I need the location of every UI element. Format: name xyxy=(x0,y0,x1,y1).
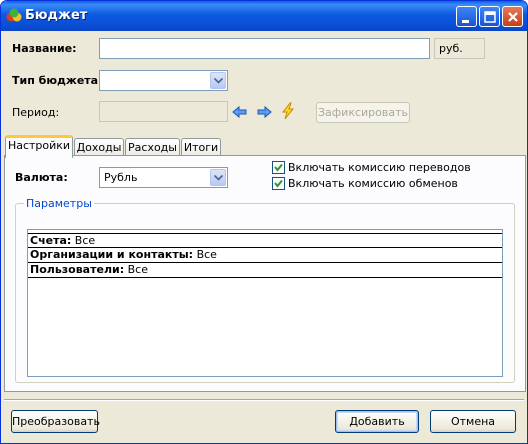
tab-income-label: Доходы xyxy=(76,141,122,154)
footer-divider xyxy=(4,399,524,401)
minimize-icon xyxy=(462,20,469,23)
param-key: Пользователи: xyxy=(30,263,125,276)
close-button[interactable] xyxy=(502,6,523,27)
tab-settings[interactable]: Настройки xyxy=(5,135,73,158)
convert-button[interactable]: Преобразовать xyxy=(11,410,100,433)
budget-type-select[interactable] xyxy=(99,70,228,91)
settings-panel: Валюта: Рубль Включать комиссию переводо… xyxy=(4,155,526,392)
checkmark-icon xyxy=(274,163,283,172)
convert-button-label: Преобразовать xyxy=(12,415,100,428)
fix-button-label: Зафиксировать xyxy=(317,106,408,119)
maximize-button[interactable] xyxy=(479,6,500,27)
transfer-fee-label: Включать комиссию переводов xyxy=(288,161,471,174)
params-list[interactable]: Счета: Все Организации и контакты: Все П… xyxy=(27,229,503,377)
currency-value: Рубль xyxy=(104,171,138,184)
checkmark-icon xyxy=(274,179,283,188)
window-title: Бюджет xyxy=(25,8,88,23)
app-budget-icon xyxy=(6,8,22,22)
tab-expenses[interactable]: Расходы xyxy=(125,138,180,156)
minimize-button[interactable] xyxy=(456,6,477,27)
currency-hint-field: руб. xyxy=(434,38,485,59)
param-value: Все xyxy=(196,248,217,261)
currency-select[interactable]: Рубль xyxy=(99,167,228,188)
add-button[interactable]: Добавить xyxy=(335,410,419,433)
add-button-label: Добавить xyxy=(349,415,405,428)
chevron-down-icon xyxy=(214,78,223,84)
fix-button[interactable]: Зафиксировать xyxy=(316,102,410,123)
period-input xyxy=(99,101,228,122)
name-label: Название: xyxy=(12,42,77,55)
currency-hint: руб. xyxy=(439,42,463,55)
params-group-title: Параметры xyxy=(24,197,94,210)
param-key: Организации и контакты: xyxy=(30,248,194,261)
arrow-left-icon[interactable] xyxy=(231,103,249,121)
tab-income[interactable]: Доходы xyxy=(74,138,124,156)
tab-settings-label: Настройки xyxy=(7,139,71,152)
param-value: Все xyxy=(74,234,96,247)
currency-dropdown-button[interactable] xyxy=(210,169,226,186)
tab-totals[interactable]: Итоги xyxy=(181,138,221,156)
close-icon xyxy=(508,12,518,22)
transfer-fee-checkbox[interactable] xyxy=(272,161,285,174)
name-input[interactable] xyxy=(99,38,430,59)
budget-type-dropdown-button[interactable] xyxy=(210,72,226,89)
param-key: Счета: xyxy=(30,234,72,247)
exchange-fee-label: Включать комиссию обменов xyxy=(288,177,458,190)
budget-window: Бюджет Название: руб. Тип бюджета: Перио… xyxy=(0,0,528,444)
param-row-users[interactable]: Пользователи: Все xyxy=(28,263,502,278)
param-row-organizations[interactable]: Организации и контакты: Все xyxy=(28,248,502,263)
dialog-body: Название: руб. Тип бюджета: Период: Зафи… xyxy=(4,31,526,441)
param-value: Все xyxy=(127,263,148,276)
budget-type-label: Тип бюджета: xyxy=(12,74,103,87)
currency-label: Валюта: xyxy=(15,171,68,184)
cancel-button[interactable]: Отмена xyxy=(430,410,516,433)
tab-totals-label: Итоги xyxy=(183,141,219,154)
maximize-icon xyxy=(484,11,496,23)
param-row-accounts[interactable]: Счета: Все xyxy=(28,233,502,248)
exchange-fee-checkbox[interactable] xyxy=(272,177,285,190)
title-bar[interactable]: Бюджет xyxy=(1,1,527,31)
period-label: Период: xyxy=(12,106,60,119)
chevron-down-icon xyxy=(214,175,223,181)
lightning-icon[interactable] xyxy=(279,102,297,120)
params-group: Параметры Счета: Все Организации и конта… xyxy=(15,197,515,383)
tab-expenses-label: Расходы xyxy=(128,141,177,154)
cancel-button-label: Отмена xyxy=(450,415,496,428)
arrow-right-icon[interactable] xyxy=(255,103,273,121)
